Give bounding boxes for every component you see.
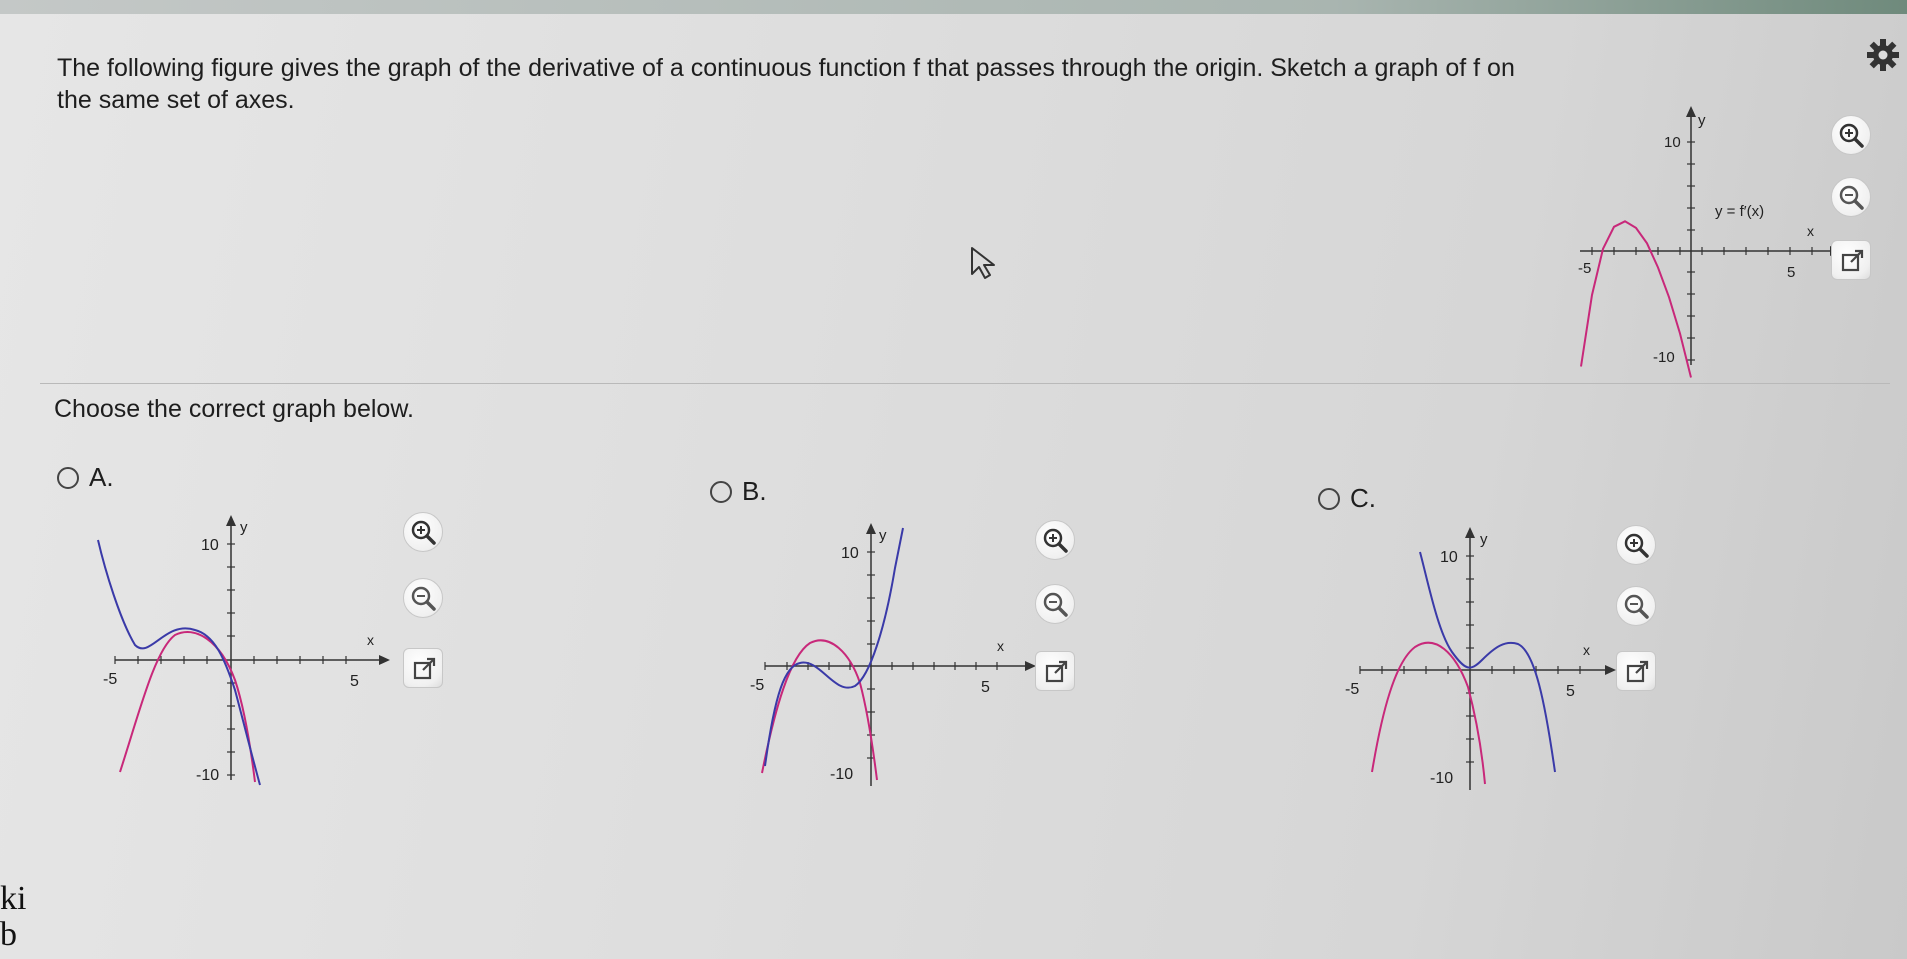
tick-label-x-min: -5 (103, 671, 117, 688)
option-a-graph: y x 10 -10 -5 5 (97, 515, 390, 786)
option-c-label: C. (1350, 483, 1376, 513)
y-axis-label: y (1480, 531, 1488, 548)
popout-button[interactable] (1831, 240, 1871, 280)
zoom-out-button[interactable] (1616, 586, 1656, 626)
option-a-radio[interactable]: A. (57, 462, 114, 493)
zoom-out-button[interactable] (403, 578, 443, 618)
zoom-in-button[interactable] (403, 512, 443, 552)
tick-label-y-max: 10 (841, 545, 859, 562)
tick-label-y-max: 10 (201, 537, 219, 554)
option-c-graph: y x 10 -10 -5 5 (1345, 527, 1616, 790)
function-curve (1419, 551, 1556, 773)
option-b-label: B. (742, 476, 767, 506)
derivative-curve (1371, 641, 1486, 785)
zoom-out-button[interactable] (1035, 584, 1075, 624)
gear-icon[interactable] (1866, 38, 1900, 72)
tick-label-y-max: 10 (1440, 549, 1458, 566)
radio-circle[interactable] (1318, 487, 1340, 510)
tick-label-y-min: -10 (830, 766, 853, 783)
edge-text-b: b (0, 916, 17, 953)
zoom-out-icon (411, 586, 436, 611)
zoom-in-icon (411, 520, 436, 545)
tick-label-x-max: 5 (350, 673, 359, 690)
zoom-out-icon (1043, 592, 1068, 617)
edge-text-ki: ki (0, 880, 27, 917)
tick-label-y-max: 10 (1664, 134, 1681, 151)
divider (40, 383, 1890, 384)
y-axis-arrow (1465, 527, 1475, 538)
y-axis-label: y (240, 519, 248, 536)
option-a-label: A. (89, 462, 114, 492)
derivative-graph: y x 10 -10 -5 5 y = f′(x) (1578, 106, 1841, 378)
tick-label-x-max: 5 (1787, 264, 1795, 281)
mouse-cursor-icon (971, 247, 995, 279)
zoom-in-button[interactable] (1616, 525, 1656, 565)
radio-circle[interactable] (57, 466, 79, 489)
y-axis-label: y (1698, 112, 1706, 129)
popout-button[interactable] (1035, 651, 1075, 691)
zoom-in-icon (1839, 123, 1864, 148)
x-axis-label: x (1583, 642, 1590, 658)
popout-icon (1626, 660, 1649, 683)
tick-label-x-max: 5 (1566, 683, 1575, 700)
popout-icon (1841, 249, 1864, 272)
x-axis-label: x (1807, 223, 1814, 239)
zoom-out-button[interactable] (1831, 177, 1871, 217)
tick-label-x-min: -5 (1345, 681, 1359, 698)
x-axis-label: x (997, 638, 1004, 654)
tick-label-y-min: -10 (1653, 349, 1675, 366)
y-axis-arrow (866, 523, 876, 534)
function-curve (764, 527, 904, 767)
zoom-out-icon (1624, 594, 1649, 619)
popout-button[interactable] (1616, 651, 1656, 691)
y-axis-arrow (1686, 106, 1696, 117)
popout-button[interactable] (403, 648, 443, 688)
top-strip (0, 0, 1907, 14)
popout-icon (413, 657, 436, 680)
tick-label-x-max: 5 (981, 679, 990, 696)
curve-label: y = f′(x) (1715, 203, 1764, 220)
derivative-curve (119, 631, 256, 783)
tick-label-x-min: -5 (1578, 260, 1591, 277)
tick-label-y-min: -10 (196, 767, 219, 784)
question-text: The following figure gives the graph of … (57, 54, 1515, 114)
popout-icon (1045, 660, 1068, 683)
option-b-radio[interactable]: B. (710, 476, 767, 507)
option-b-graph: y x 10 -10 -5 5 (750, 523, 1036, 786)
tick-label-y-min: -10 (1430, 770, 1453, 787)
choose-prompt: Choose the correct graph below. (54, 395, 414, 423)
zoom-out-icon (1839, 185, 1864, 210)
function-curve (97, 539, 261, 786)
radio-circle[interactable] (710, 480, 732, 503)
y-axis-arrow (226, 515, 236, 526)
zoom-in-icon (1624, 533, 1649, 558)
zoom-in-button[interactable] (1035, 520, 1075, 560)
derivative-curve (761, 639, 878, 781)
tick-label-x-min: -5 (750, 677, 764, 694)
x-axis-label: x (367, 632, 374, 648)
zoom-in-button[interactable] (1831, 115, 1871, 155)
zoom-in-icon (1043, 528, 1068, 553)
option-c-radio[interactable]: C. (1318, 483, 1376, 514)
x-axis-arrow (379, 655, 390, 665)
y-axis-label: y (879, 527, 887, 544)
x-axis-arrow (1605, 665, 1616, 675)
